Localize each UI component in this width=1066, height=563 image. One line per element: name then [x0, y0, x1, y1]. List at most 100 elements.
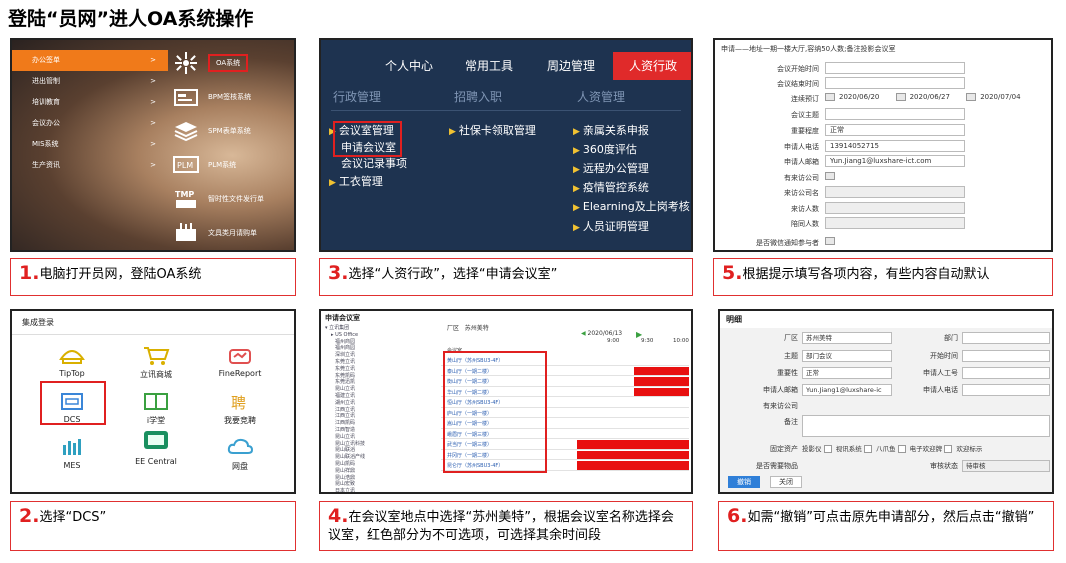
tree-node[interactable]: ▸ US Office [325, 332, 437, 339]
tree-item[interactable]: 东莞立讯 [325, 366, 437, 373]
tree-item[interactable]: 昆山凯码 [325, 461, 437, 468]
tree-item[interactable]: 深圳立讯 [325, 352, 437, 359]
tree-label: US Office [335, 331, 359, 338]
finereport-icon [229, 349, 251, 364]
app-spm[interactable]: SPM表单系统 [172, 114, 294, 148]
app-stationery[interactable]: 文具类月请购单 [172, 216, 294, 250]
tree-item[interactable]: 昆山祥鼎 [325, 468, 437, 475]
menu-remote-office[interactable]: ▶ 远程办公管理 [573, 160, 649, 176]
highlight-box [443, 351, 547, 473]
checkbox[interactable] [966, 93, 977, 101]
menu-uniform-mgmt[interactable]: ▶ 工衣管理 [329, 173, 383, 189]
factory-field[interactable]: 厂区 苏州美特 [447, 323, 489, 332]
tree-item[interactable]: 福建立讯 [325, 393, 437, 400]
menu-item-access[interactable]: 进出管制 > [12, 71, 168, 92]
checkbox[interactable] [897, 445, 906, 453]
app-finereport[interactable]: FineReport [210, 345, 270, 378]
app-tiptop[interactable]: TipTop [42, 345, 102, 378]
page-title: 登陆“员网”进人OA系统操作 [8, 8, 254, 30]
step-text: 根据提示填写各项内容，有些内容自动默认 [742, 267, 990, 282]
email-input[interactable]: Yun.Jiang1@luxshare-ic [802, 384, 892, 396]
prev-arrow-icon[interactable]: ◀ [581, 330, 586, 337]
nav-hr-admin[interactable]: 人资行政 [613, 52, 691, 80]
start-time-input[interactable] [825, 62, 965, 74]
applicant-no-input[interactable] [962, 367, 1050, 379]
tree-item[interactable]: 湖州立讯 [325, 400, 437, 407]
mes-icon [63, 439, 81, 455]
tree-item[interactable]: 昆山立讯 [325, 434, 437, 441]
revoke-button[interactable]: 撤销 [728, 476, 760, 488]
app-ixuetang[interactable]: i学堂 [126, 391, 186, 426]
app-oa[interactable]: OA系统 [172, 46, 294, 80]
menu-item-training[interactable]: 培训教育 > [12, 92, 168, 113]
tree-root[interactable]: ▾ 立讯集团 [325, 325, 437, 332]
visitor-checkbox[interactable] [825, 172, 835, 180]
menu-item-production[interactable]: 生产资讯 > [12, 155, 168, 176]
importance-select[interactable]: 正常 [825, 124, 965, 136]
menu-elearning[interactable]: ▶ Elearning及上岗考核 [573, 198, 690, 214]
checkbox[interactable] [863, 445, 872, 453]
menu-item-meeting[interactable]: 会议办公 > [12, 113, 168, 134]
tree-item[interactable]: 日本立讯 [325, 488, 437, 492]
checkbox[interactable] [895, 93, 906, 101]
note-textarea[interactable] [802, 415, 1050, 437]
repeat-dates: 2020/06/20 2020/06/27 2020/07/04 [825, 93, 1021, 101]
svg-text:聘: 聘 [231, 394, 246, 412]
checkbox[interactable] [825, 93, 835, 101]
tree-item[interactable]: 昆山立讯 [325, 386, 437, 393]
app-bpm[interactable]: BPM签核系统 [172, 80, 294, 114]
menu-item-office-sign[interactable]: 办公签单 > [12, 50, 168, 71]
topic-input[interactable]: 部门会议 [802, 350, 892, 362]
phone-input[interactable]: 13914052715 [825, 140, 965, 152]
field-label: 来访人数 [791, 205, 819, 213]
menu-relative-declare[interactable]: ▶ 亲属关系申报 [573, 122, 649, 138]
visitor-company-input[interactable] [825, 186, 965, 198]
menu-360-eval[interactable]: ▶ 360度评估 [573, 141, 637, 157]
visitor-count-input[interactable] [825, 202, 965, 214]
app-tmp[interactable]: TMP 智时性文件发行单 [172, 182, 294, 216]
checkbox[interactable] [823, 445, 832, 453]
checkbox[interactable] [944, 445, 953, 453]
importance-select[interactable]: 正常 [802, 367, 892, 379]
caption-step-1: 1.电脑打开员网，登陆OA系统 [10, 258, 296, 296]
tree-item[interactable]: 江西凯码 [325, 420, 437, 427]
companion-count-input[interactable] [825, 217, 965, 229]
email-input[interactable]: Yun.Jiang1@luxshare-ict.com [825, 155, 965, 167]
menu-meeting-records[interactable]: 会议记录事项 [341, 155, 407, 171]
nav-common-tools[interactable]: 常用工具 [449, 52, 529, 80]
close-button[interactable]: 关闭 [770, 476, 802, 488]
app-mes[interactable]: MES [42, 435, 102, 470]
app-netdisk[interactable]: 网盘 [210, 435, 270, 472]
step-text: 在会议室地点中选择“苏州美特”，根据会议室名称选择会议室，红色部分为不可选项，可… [328, 510, 674, 543]
field-label: 会议开始时间 [777, 65, 819, 73]
nav-periphery[interactable]: 周边管理 [529, 52, 613, 80]
menu-epidemic[interactable]: ▶ 疫情管控系统 [573, 179, 649, 195]
app-mall[interactable]: 立讯商城 [126, 345, 186, 380]
form-row: 会议主题 [715, 108, 1051, 121]
tree-item[interactable]: 昆山联滔产线 [325, 454, 437, 461]
end-time-input[interactable] [825, 77, 965, 89]
field-label: 是否微信通知参与者 [756, 239, 819, 247]
nav-personal-center[interactable]: 个人中心 [369, 52, 449, 80]
wechat-notify-checkbox[interactable] [825, 237, 835, 245]
factory-label: 厂区 [784, 334, 798, 342]
phone-input[interactable] [962, 384, 1050, 396]
start-time-input[interactable] [962, 350, 1050, 362]
menu-social-card[interactable]: ▶ 社保卡领取管理 [449, 122, 536, 138]
menu-label: 远程办公管理 [582, 162, 649, 175]
app-label: OA系统 [208, 54, 249, 72]
tree-item[interactable]: 东莞立讯 [325, 359, 437, 366]
menu-certificate[interactable]: ▶ 人员证明管理 [573, 218, 649, 234]
app-plm[interactable]: PLM PLM系统 [172, 148, 294, 182]
column-header-recruit: 招聘入职 [454, 90, 503, 104]
step-number: 6. [727, 505, 748, 527]
tree-item[interactable]: 江西智造 [325, 427, 437, 434]
topic-label: 主题 [784, 352, 798, 360]
menu-item-mis[interactable]: MIS系统 > [12, 134, 168, 155]
dept-select[interactable] [962, 332, 1050, 344]
app-ee-central[interactable]: EE Central [126, 429, 186, 466]
column-header-admin: 行政管理 [333, 90, 382, 104]
app-compete[interactable]: 聘 我要竞聘 [210, 391, 270, 426]
factory-select[interactable]: 苏州美特 [802, 332, 892, 344]
topic-input[interactable] [825, 108, 965, 120]
